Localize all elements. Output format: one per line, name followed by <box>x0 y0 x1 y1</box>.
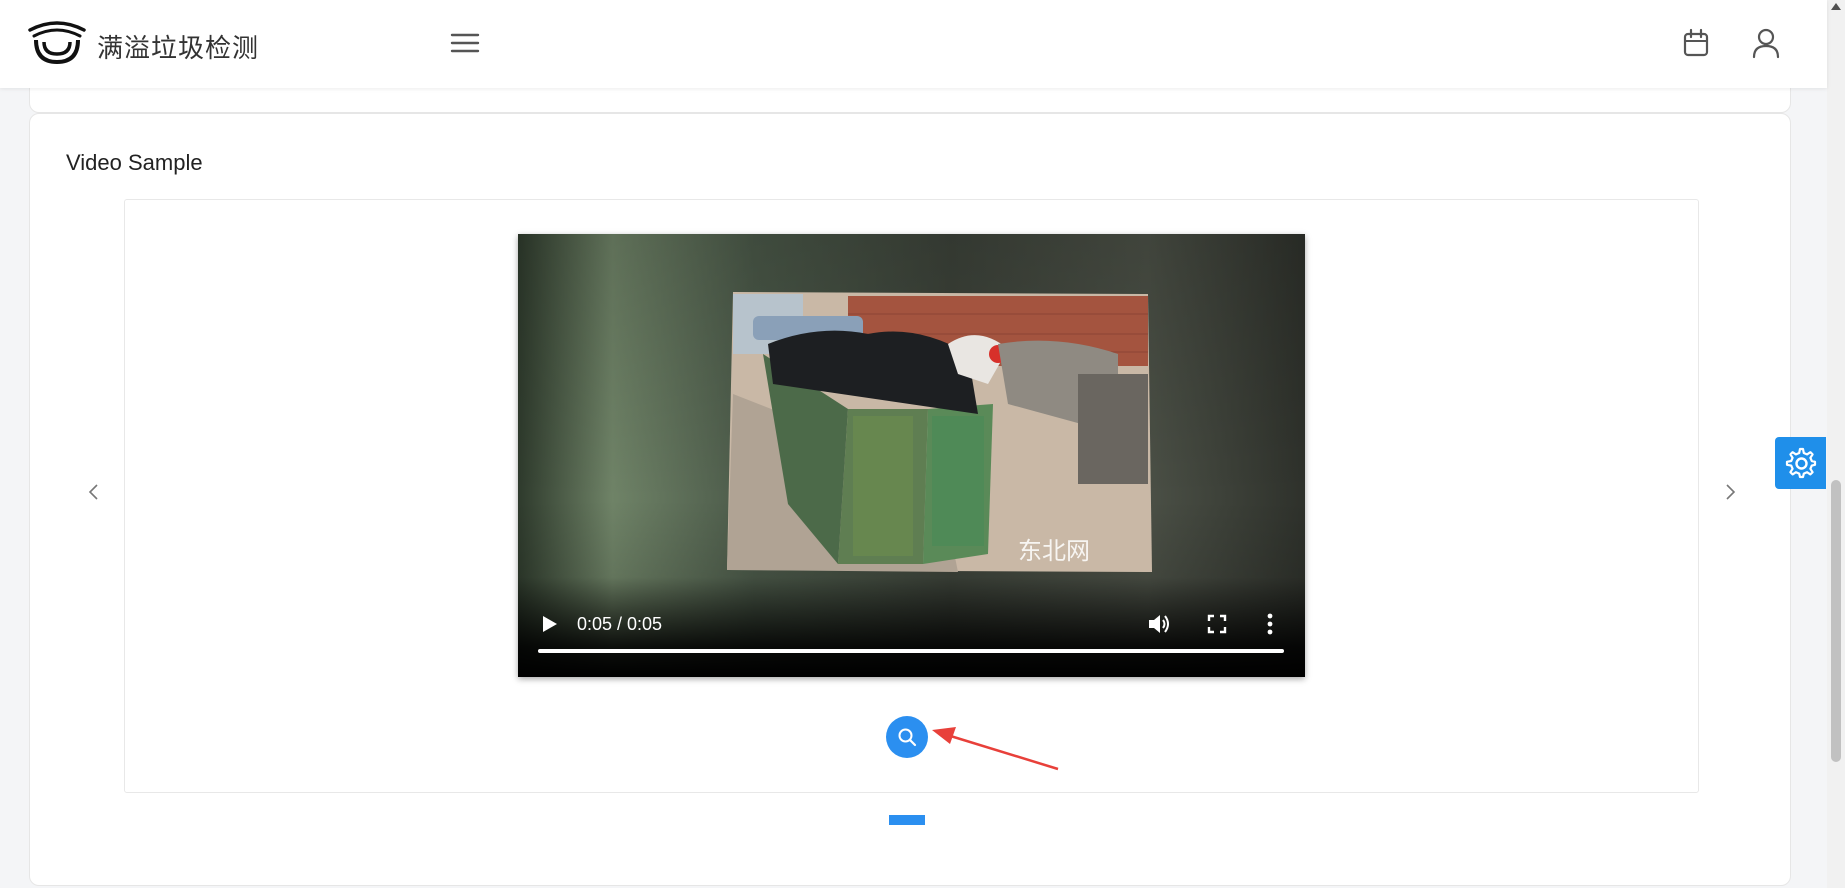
more-vertical-icon[interactable] <box>1263 612 1277 636</box>
scroll-up-arrow[interactable] <box>1831 3 1841 10</box>
play-icon[interactable] <box>538 613 560 635</box>
hamburger-menu-icon[interactable] <box>450 30 480 56</box>
video-sample-card: Video Sample 东北网 0:05 / 0:05 <box>29 113 1791 886</box>
search-button[interactable] <box>886 716 928 758</box>
chevron-right-icon[interactable] <box>1718 480 1742 504</box>
progress-bar[interactable] <box>538 649 1284 653</box>
calendar-icon[interactable] <box>1682 28 1710 58</box>
fullscreen-icon[interactable] <box>1206 613 1228 635</box>
carousel-indicator[interactable] <box>889 815 925 825</box>
page-scrollbar[interactable] <box>1827 0 1845 888</box>
user-icon[interactable] <box>1751 27 1781 59</box>
volume-icon[interactable] <box>1146 612 1172 636</box>
chevron-left-icon[interactable] <box>82 480 106 504</box>
app-logo[interactable] <box>28 20 86 66</box>
time-display: 0:05 / 0:05 <box>577 614 663 634</box>
gear-icon <box>1785 447 1817 479</box>
search-icon <box>898 728 917 747</box>
video-player[interactable]: 东北网 0:05 / 0:05 <box>518 234 1305 677</box>
top-header: 满溢垃圾检测 <box>0 0 1827 88</box>
annotation-arrow <box>932 727 1059 771</box>
scrollbar-thumb[interactable] <box>1831 480 1841 762</box>
app-title: 满溢垃圾检测 <box>97 34 260 64</box>
video-controls: 0:05 / 0:05 <box>518 577 1305 677</box>
section-title: Video Sample <box>66 150 203 175</box>
settings-button[interactable] <box>1775 437 1826 489</box>
video-watermark: 东北网 <box>1018 537 1090 565</box>
